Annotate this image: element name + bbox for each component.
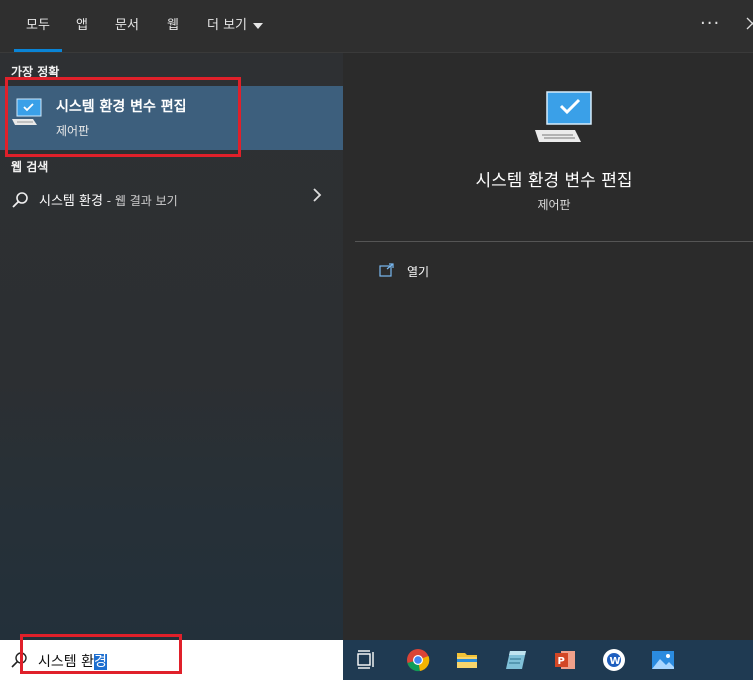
detail-subtitle: 제어판 <box>537 198 571 212</box>
photos-icon[interactable] <box>651 648 675 672</box>
task-view-icon[interactable] <box>355 648 379 672</box>
open-icon <box>379 262 395 281</box>
tab-apps[interactable]: 앱 <box>76 0 88 52</box>
best-match-title: 시스템 환경 변수 편집 <box>56 99 187 115</box>
file-explorer-icon[interactable] <box>455 648 479 672</box>
web-search-query: 시스템 환경 <box>39 194 103 209</box>
system-settings-large-icon <box>533 90 597 150</box>
search-query-selection: 경 <box>93 654 107 670</box>
tab-documents[interactable]: 문서 <box>115 0 139 52</box>
search-box-icon <box>10 651 28 673</box>
chevron-down-icon <box>253 22 264 29</box>
search-icon <box>11 191 29 213</box>
chrome-icon[interactable] <box>406 648 430 672</box>
svg-text:W: W <box>610 656 621 667</box>
divider <box>355 241 753 242</box>
detail-pane <box>355 66 753 640</box>
system-settings-icon <box>11 97 43 131</box>
web-search-label: 시스템 환경 - 웹 결과 보기 <box>39 190 178 209</box>
search-query: 시스템 환경 <box>38 651 107 671</box>
notepad-icon[interactable] <box>504 648 528 672</box>
search-query-text: 시스템 환 <box>38 654 94 670</box>
taskbar <box>343 640 753 680</box>
word-app-icon[interactable]: W <box>602 648 626 672</box>
detail-title: 시스템 환경 변수 편집 <box>475 171 633 191</box>
search-tab-bar: 모두 앱 문서 웹 더 보기 ··· <box>0 0 753 53</box>
web-search-heading: 웹 검색 <box>11 160 49 174</box>
powerpoint-icon[interactable]: P <box>553 648 577 672</box>
web-search-suffix: - 웹 결과 보기 <box>102 194 178 208</box>
best-match-subtitle: 제어판 <box>56 124 90 138</box>
more-options-button[interactable]: ··· <box>700 0 720 52</box>
tab-more[interactable]: 더 보기 <box>207 0 264 52</box>
best-match-heading: 가장 정확 <box>11 65 60 79</box>
chevron-right-icon[interactable] <box>312 187 322 208</box>
tab-all[interactable]: 모두 <box>14 0 62 52</box>
open-label: 열기 <box>407 265 430 279</box>
tab-web[interactable]: 웹 <box>167 0 179 52</box>
svg-text:P: P <box>558 656 565 667</box>
close-icon[interactable] <box>744 12 753 34</box>
